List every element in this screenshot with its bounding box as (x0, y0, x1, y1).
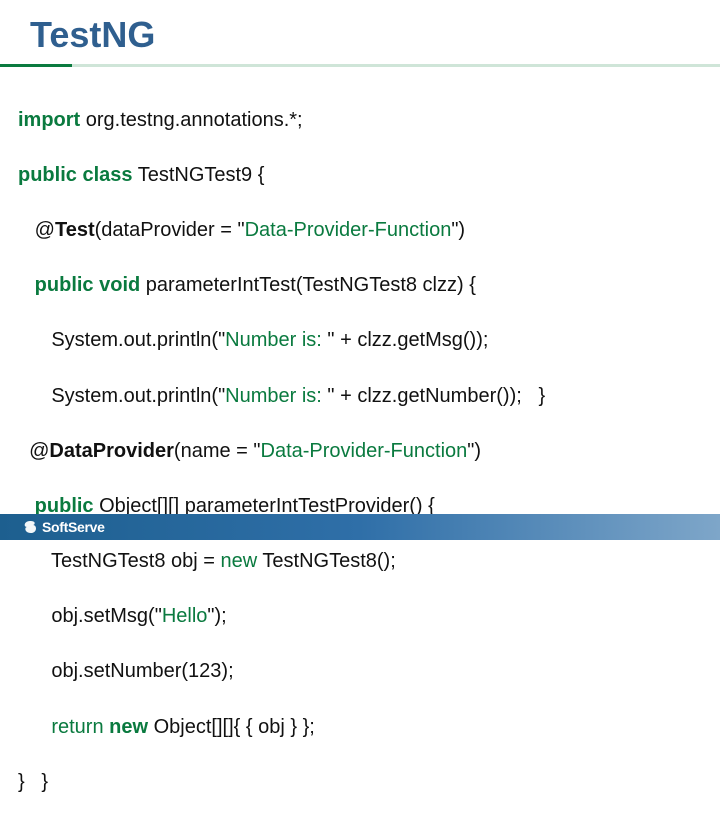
keyword: return (51, 716, 103, 738)
code-text: obj.setNumber(123); (18, 660, 234, 682)
code-text: System.out.println(" (18, 329, 225, 351)
code-line: public void parameterIntTest(TestNGTest8… (18, 272, 702, 300)
code-text: @ (18, 440, 49, 462)
code-line: obj.setNumber(123); (18, 658, 702, 686)
code-line: TestNGTest8 obj = new TestNGTest8(); (18, 548, 702, 576)
title-divider (0, 64, 720, 67)
string-literal: Data-Provider-Function (261, 440, 468, 462)
string-literal: Number is: (225, 385, 327, 407)
string-literal: Data-Provider-Function (245, 219, 452, 241)
code-text: @ (18, 219, 55, 241)
annotation: Test (55, 219, 95, 241)
keyword: new (221, 550, 258, 572)
code-text: obj.setMsg(" (18, 605, 162, 627)
code-line: public class TestNGTest9 { (18, 162, 702, 190)
code-line: System.out.println("Number is: " + clzz.… (18, 383, 702, 411)
code-line: } } (18, 769, 702, 797)
code-text: " + clzz.getNumber()); } (327, 385, 545, 407)
code-text: } } (18, 771, 48, 793)
code-text: ") (467, 440, 481, 462)
keyword: import (18, 109, 80, 131)
code-line: import org.testng.annotations.*; (18, 107, 702, 135)
code-text: TestNGTest8 obj = (18, 550, 221, 572)
footer-logo: SoftServe (22, 519, 105, 535)
code-text: (dataProvider = " (95, 219, 245, 241)
keyword: public class (18, 164, 133, 186)
code-line: @Test(dataProvider = "Data-Provider-Func… (18, 217, 702, 245)
code-text: " + clzz.getMsg()); (327, 329, 488, 351)
code-line: obj.setMsg("Hello"); (18, 603, 702, 631)
code-line: @DataProvider(name = "Data-Provider-Func… (18, 438, 702, 466)
code-text: Object[][]{ { obj } }; (148, 716, 315, 738)
string-literal: Number is: (225, 329, 327, 351)
code-text: TestNGTest9 { (133, 164, 265, 186)
code-block: import org.testng.annotations.*; public … (0, 79, 720, 824)
page-title: TestNG (0, 0, 720, 64)
string-literal: Hello (162, 605, 208, 627)
code-text: TestNGTest8(); (257, 550, 396, 572)
code-text (18, 716, 51, 738)
code-text: "); (207, 605, 226, 627)
code-line: return new Object[][]{ { obj } }; (18, 714, 702, 742)
code-text: parameterIntTest(TestNGTest8 clzz) { (140, 274, 476, 296)
code-line: System.out.println("Number is: " + clzz.… (18, 327, 702, 355)
code-text: System.out.println(" (18, 385, 225, 407)
code-text: (name = " (174, 440, 261, 462)
footer-brand-text: SoftServe (42, 519, 105, 535)
keyword: new (109, 716, 148, 738)
keyword: public void (35, 274, 141, 296)
code-text (18, 274, 35, 296)
softserve-icon (22, 519, 38, 535)
footer-bar: SoftServe (0, 514, 720, 540)
annotation: DataProvider (49, 440, 174, 462)
code-text: org.testng.annotations.*; (80, 109, 302, 131)
code-text: ") (451, 219, 465, 241)
